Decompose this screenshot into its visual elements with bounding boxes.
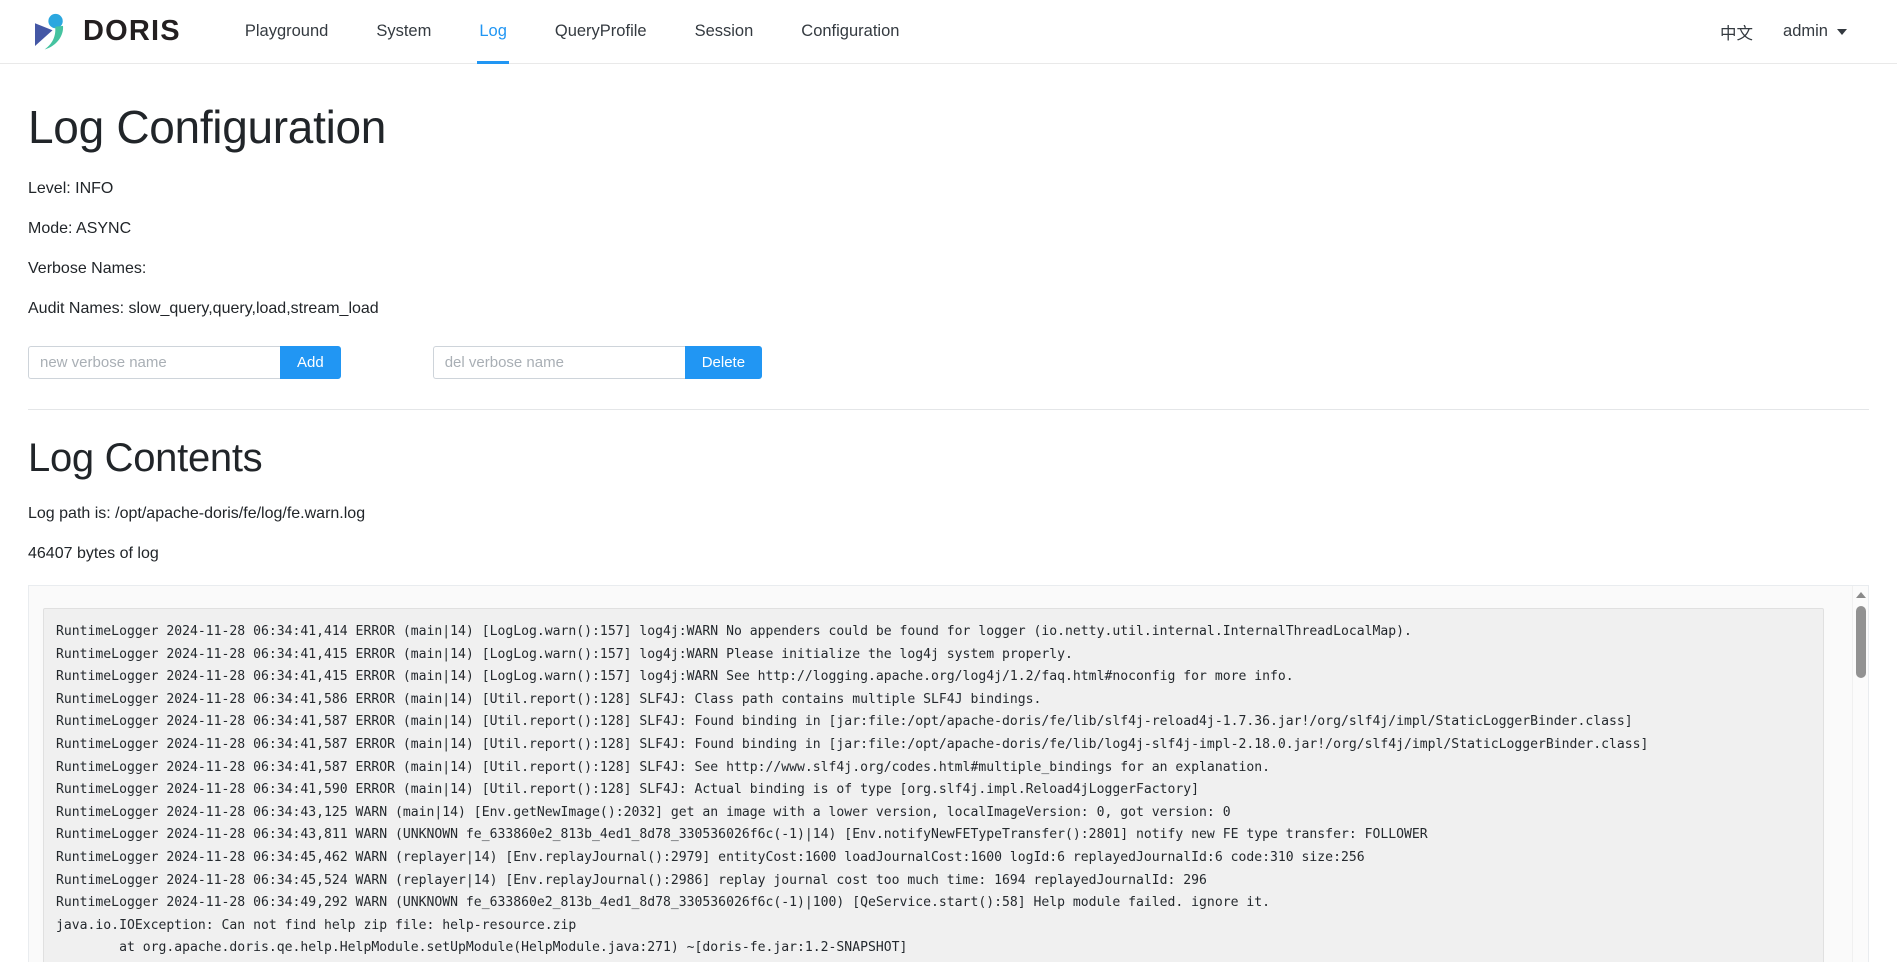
delete-verbose-group: Delete	[432, 346, 763, 379]
log-contents-title: Log Contents	[28, 436, 263, 480]
nav-item-configuration[interactable]: Configuration	[777, 0, 923, 64]
delete-button[interactable]: Delete	[684, 346, 763, 379]
top-navbar: DORIS Playground System Log QueryProfile…	[0, 0, 1897, 64]
add-button[interactable]: Add	[280, 346, 341, 379]
navbar-right-group: 中文 admin	[1720, 20, 1869, 44]
nav-item-queryprofile[interactable]: QueryProfile	[531, 0, 671, 64]
log-level-line: Level: INFO	[28, 180, 114, 197]
user-menu-label: admin	[1783, 22, 1828, 40]
doris-logo-icon	[28, 11, 70, 53]
log-text-box[interactable]: RuntimeLogger 2024-11-28 06:34:41,414 ER…	[43, 608, 1824, 962]
nav-items: Playground System Log QueryProfile Sessi…	[221, 0, 924, 64]
log-contents-panel: RuntimeLogger 2024-11-28 06:34:41,414 ER…	[28, 585, 1869, 962]
scrollbar-thumb[interactable]	[1856, 606, 1866, 678]
log-scrollbar[interactable]	[1852, 586, 1868, 962]
brand-name: DORIS	[83, 15, 181, 47]
log-mode-line: Mode: ASYNC	[28, 220, 132, 237]
verbose-names-line: Verbose Names:	[28, 260, 147, 277]
audit-names-line: Audit Names: slow_query,query,load,strea…	[28, 300, 379, 317]
verbose-name-form: Add Delete	[28, 346, 1869, 379]
chevron-down-icon	[1837, 28, 1847, 35]
nav-item-playground[interactable]: Playground	[221, 0, 352, 64]
section-divider	[28, 409, 1869, 410]
delete-verbose-name-input[interactable]	[432, 346, 685, 379]
language-switch[interactable]: 中文	[1720, 20, 1753, 44]
log-path-line: Log path is: /opt/apache-doris/fe/log/fe…	[28, 505, 366, 522]
user-menu[interactable]: admin	[1783, 22, 1847, 41]
add-verbose-group: Add	[28, 346, 341, 379]
log-text: RuntimeLogger 2024-11-28 06:34:41,414 ER…	[56, 624, 1649, 956]
nav-item-system[interactable]: System	[352, 0, 455, 64]
brand-logo[interactable]: DORIS	[28, 11, 181, 53]
add-verbose-name-input[interactable]	[28, 346, 280, 379]
nav-item-session[interactable]: Session	[671, 0, 778, 64]
log-size-line: 46407 bytes of log	[28, 545, 159, 562]
nav-item-log[interactable]: Log	[455, 0, 531, 64]
page-content: Log Configuration Level: INFO Mode: ASYN…	[0, 100, 1897, 962]
scroll-up-arrow-icon[interactable]	[1855, 592, 1866, 598]
page-title: Log Configuration	[28, 101, 387, 153]
